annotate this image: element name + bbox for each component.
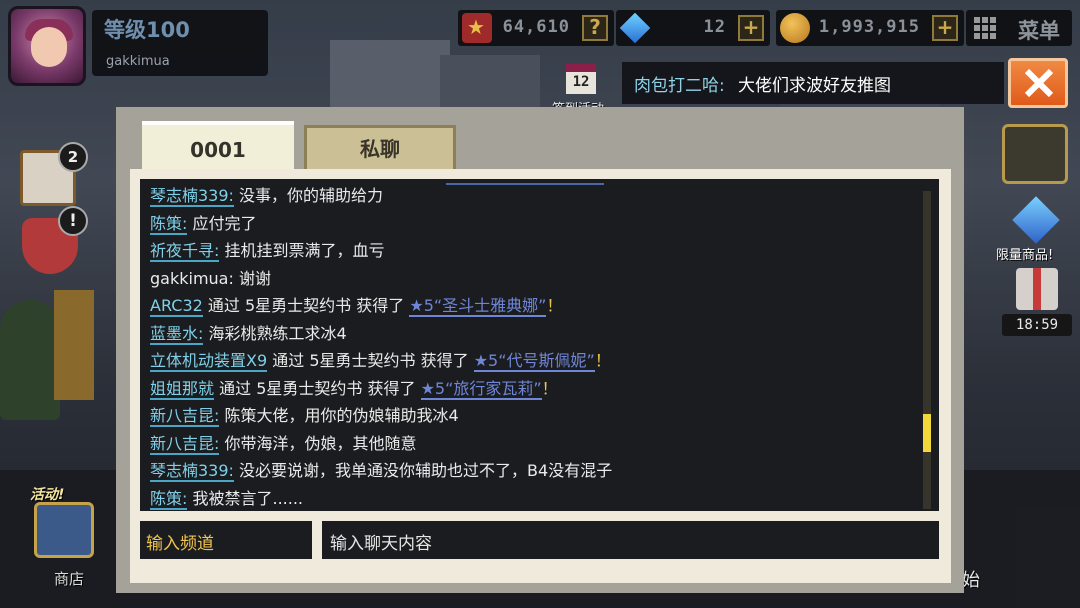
chat-message: gakkimua: 谢谢: [150, 268, 271, 290]
coin-icon: [780, 13, 810, 43]
scrollbar-track[interactable]: [923, 191, 931, 509]
gem-icon: [619, 12, 651, 44]
message-text: 谢谢: [238, 268, 271, 288]
mail-count-badge: 2: [58, 142, 88, 172]
item-link[interactable]: ★5“圣斗士雅典娜”: [409, 296, 547, 317]
chat-message: 陈策: 我被禁言了......: [150, 488, 303, 510]
avatar-face: [31, 27, 67, 67]
gift-icon[interactable]: [1016, 268, 1058, 310]
item-link[interactable]: ★5“旅行家瓦莉”: [420, 378, 542, 400]
message-sender[interactable]: 新八吉昆:: [150, 433, 220, 455]
scrollbar-thumb[interactable]: [923, 414, 931, 452]
grid-icon: [974, 17, 996, 39]
limited-goods-label: 限量商品!: [996, 248, 1054, 263]
gem-count: 12: [703, 17, 726, 37]
chat-message: 新八吉昆: 你带海洋，伪娘，其他随意: [150, 433, 417, 455]
chat-message-placeholder: 输入聊天内容: [330, 534, 432, 554]
message-text: 通过 5星勇士契约书 获得了: [207, 296, 410, 315]
chat-message: 琴志楠339: 没必要说谢，我单通没你辅助也过不了，B4没有混子: [150, 460, 612, 482]
broadcast-sender[interactable]: 肉包打二哈:: [634, 71, 725, 96]
message-text: 没事，你的辅助给力: [239, 186, 384, 205]
player-level: 等级100: [104, 18, 190, 42]
message-sender[interactable]: 陈策:: [150, 488, 188, 510]
chat-message-input[interactable]: 输入聊天内容: [322, 521, 939, 559]
message-text: 通过 5星勇士契约书 获得了: [272, 351, 474, 370]
shop-label[interactable]: 商店: [54, 568, 84, 589]
chat-message: 琴志楠339: 没事，你的辅助给力: [150, 185, 383, 207]
tab-private[interactable]: 私聊: [304, 125, 456, 175]
guild-banner: [54, 290, 94, 400]
message-sender: gakkimua:: [150, 268, 234, 288]
message-text: ！: [546, 296, 563, 315]
channel-input-placeholder: 输入频道: [146, 534, 214, 554]
scroll-top-marker: [446, 183, 604, 185]
activity-label: 活动!: [30, 487, 65, 503]
calendar-icon: 12: [566, 64, 596, 94]
activity-icon: [34, 502, 94, 558]
player-name: gakkimua: [106, 54, 170, 69]
chat-message: 蓝墨水: 海彩桃熟练工求冰4: [150, 323, 347, 345]
player-profile[interactable]: 等级100 gakkimua: [92, 10, 268, 76]
chat-message: 姐姐那就 通过 5星勇士契约书 获得了 ★5“旅行家瓦莉”！: [150, 378, 558, 400]
message-sender[interactable]: 姐姐那就: [150, 378, 215, 400]
chat-message: ARC32 通过 5星勇士契约书 获得了 ★5“圣斗士雅典娜”！: [150, 295, 562, 317]
message-list[interactable]: 琴志楠339: 没事，你的辅助给力 陈策: 应付完了 祈夜千寻: 挂机挂到票满了，血…: [140, 179, 939, 511]
medal-count: 64,610: [502, 17, 570, 37]
message-text: 应付完了: [192, 213, 257, 233]
message-text: ！: [594, 351, 611, 370]
coin-resource: 1,993,915 +: [776, 10, 964, 46]
chat-message: 祈夜千寻: 挂机挂到票满了，血亏: [150, 240, 385, 262]
add-gem-button[interactable]: +: [738, 15, 764, 41]
message-sender[interactable]: 立体机动装置X9: [150, 351, 268, 372]
gem-resource: 12 +: [616, 10, 770, 46]
medal-icon: [462, 13, 492, 43]
chat-dialog: 0001 私聊 琴志楠339: 没事，你的辅助给力 陈策: 应付完了 祈夜千寻: 挂…: [116, 107, 964, 593]
message-sender[interactable]: ARC32: [150, 296, 203, 317]
menu-label: 菜单: [1018, 19, 1060, 43]
message-sender[interactable]: 新八吉昆:: [150, 406, 220, 427]
message-text: 我被禁言了......: [192, 488, 304, 508]
message-sender[interactable]: 陈策:: [150, 213, 188, 235]
message-sender[interactable]: 琴志楠339:: [150, 461, 234, 482]
coin-count: 1,993,915: [818, 17, 920, 37]
channel-input[interactable]: 输入频道: [140, 521, 312, 559]
chest-icon[interactable]: [1002, 124, 1068, 184]
chat-message: 陈策: 应付完了: [150, 213, 257, 235]
message-text: 没必要说谢，我单通没你辅助也过不了，B4没有混子: [239, 461, 613, 480]
chat-message: 立体机动装置X9 通过 5星勇士契约书 获得了 ★5“代号斯佩妮”！: [150, 350, 611, 372]
close-chat-button[interactable]: [1008, 58, 1068, 108]
chat-panel: 琴志楠339: 没事，你的辅助给力 陈策: 应付完了 祈夜千寻: 挂机挂到票满了，血…: [130, 169, 951, 583]
medal-resource: 64,610 ?: [458, 10, 614, 46]
broadcast-bar: 肉包打二哈: 大佬们求波好友推图: [622, 62, 1004, 104]
message-text: 陈策大佬，用你的伪娘辅助我冰4: [224, 406, 459, 425]
item-link[interactable]: ★5“代号斯佩妮”: [473, 351, 595, 372]
menu-button[interactable]: 菜单: [966, 10, 1072, 46]
message-text: 通过 5星勇士契约书 获得了: [219, 378, 421, 398]
message-sender[interactable]: 琴志楠339:: [150, 186, 234, 207]
message-text: 挂机挂到票满了，血亏: [224, 241, 385, 260]
broadcast-message: 大佬们求波好友推图: [738, 76, 891, 96]
medal-help-button[interactable]: ?: [582, 15, 608, 41]
activity-button[interactable]: 活动!: [28, 484, 102, 564]
message-sender[interactable]: 蓝墨水:: [150, 323, 204, 345]
message-text: 海彩桃熟练工求冰4: [208, 323, 347, 343]
player-avatar[interactable]: [8, 6, 86, 86]
alert-badge: !: [58, 206, 88, 236]
add-coin-button[interactable]: +: [932, 15, 958, 41]
message-sender[interactable]: 祈夜千寻:: [150, 241, 220, 262]
message-text: ！: [541, 378, 558, 398]
gift-timer: 18:59: [1002, 314, 1072, 336]
chat-message: 新八吉昆: 陈策大佬，用你的伪娘辅助我冰4: [150, 405, 459, 427]
message-text: 你带海洋，伪娘，其他随意: [224, 433, 417, 453]
